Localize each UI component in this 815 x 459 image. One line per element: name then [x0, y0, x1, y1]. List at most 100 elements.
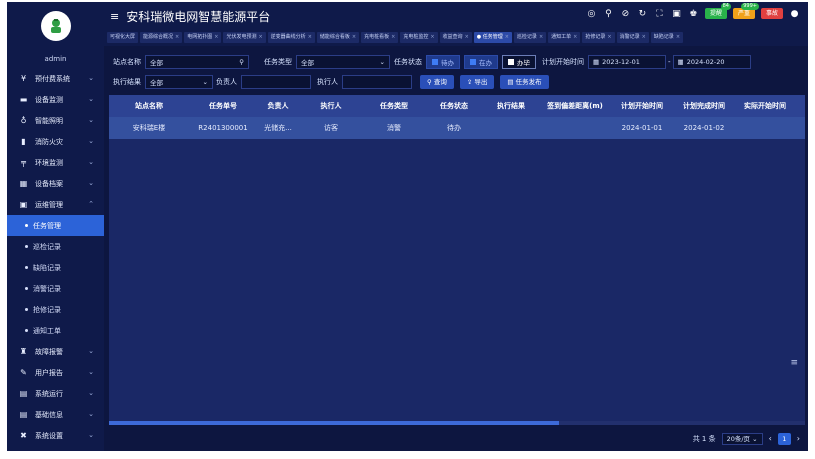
sidebar-subitem[interactable]: 通知工单 — [7, 320, 104, 341]
sidebar-item-archive[interactable]: ▦ 设备档案 ⌄ — [7, 173, 104, 194]
page-size-select[interactable]: 20条/页 ⌄ — [721, 432, 763, 445]
sidebar-item-monitor[interactable]: ▬ 设备监测 ⌄ — [7, 89, 104, 110]
tab[interactable]: 储能综合看板 × — [316, 32, 360, 43]
publish-task-button[interactable]: ▤ 任务发布 — [500, 74, 549, 89]
date-to-input[interactable]: ▦ 2024-02-20 — [672, 54, 751, 69]
alarm-badge[interactable]: 严重 999+ — [732, 3, 759, 19]
tab[interactable]: 收益查询 × — [439, 32, 472, 43]
chevron-down-icon: ⌄ — [379, 57, 385, 66]
sidebar-subitem[interactable]: 缺陷记录 — [7, 257, 104, 278]
tab[interactable]: 充电桩看板 × — [361, 32, 399, 43]
close-icon[interactable]: × — [258, 34, 262, 40]
tab[interactable]: ● 任务管理 × — [473, 32, 512, 43]
column-header[interactable]: 任务单号 — [189, 101, 257, 111]
status-in-progress-checkbox[interactable]: 在办 — [464, 54, 498, 69]
column-header[interactable]: 实际开始时间 — [735, 101, 795, 111]
next-page-icon[interactable]: › — [797, 434, 800, 443]
column-header[interactable]: 任务类型 — [363, 101, 425, 111]
sidebar-item-bulb[interactable]: ♁ 智能照明 ⌄ — [7, 110, 104, 131]
close-icon[interactable]: × — [352, 34, 356, 40]
close-icon[interactable]: × — [214, 34, 218, 40]
sidebar-subitem[interactable]: 巡检记录 — [7, 236, 104, 257]
column-header[interactable]: 负责人 — [257, 101, 299, 111]
tab[interactable]: 充电桩监控 × — [400, 32, 438, 43]
column-header[interactable]: 计划完成时间 — [673, 101, 735, 111]
close-icon[interactable]: × — [308, 34, 312, 40]
column-header[interactable]: 任务状态 — [425, 101, 483, 111]
close-icon[interactable]: × — [539, 34, 543, 40]
table-row[interactable]: 安科瑞E楼 R2401300001 光储充... 访客 消警 待办 2024-01-01 20… — [109, 117, 805, 139]
scrollbar-thumb[interactable] — [109, 421, 559, 425]
sidebar-item-alarm[interactable]: ♜ 故障报警 ⌄ — [7, 341, 104, 362]
table-cell: 2024-01-01 — [621, 124, 663, 132]
menu-toggle-icon[interactable]: ≡ — [110, 10, 119, 23]
sidebar-item-info[interactable]: ▤ 基础信息 ⌄ — [7, 404, 104, 425]
close-icon[interactable]: × — [607, 34, 611, 40]
close-icon[interactable]: × — [391, 34, 395, 40]
tab[interactable]: 逆变器曲线分析 × — [267, 32, 315, 43]
mute-icon[interactable]: ⊘ — [620, 8, 631, 19]
query-button[interactable]: ⚲ 查询 — [420, 74, 454, 89]
tab[interactable]: 巡检记录 × — [513, 32, 547, 43]
page-number-current[interactable]: 1 — [777, 432, 791, 445]
owner-input[interactable] — [241, 74, 311, 89]
close-icon[interactable]: × — [642, 34, 646, 40]
tab[interactable]: 通知工单 × — [548, 32, 581, 43]
status-pending-checkbox[interactable]: 待办 — [426, 54, 460, 69]
tab[interactable]: 消警记录 × — [616, 32, 649, 43]
close-icon[interactable]: × — [465, 34, 469, 40]
tab[interactable]: 光伏发电预测 × — [223, 32, 266, 43]
result-select[interactable]: 全部 ⌄ — [145, 74, 213, 89]
alarm-badge[interactable]: 提醒 84 — [704, 3, 731, 19]
tab[interactable]: 电网拓扑图 × — [184, 32, 222, 43]
close-icon[interactable]: × — [573, 34, 577, 40]
task-type-select[interactable]: 全部 ⌄ — [296, 54, 390, 69]
close-icon[interactable]: × — [430, 34, 434, 40]
close-icon[interactable]: × — [505, 34, 509, 40]
close-icon[interactable]: × — [175, 34, 179, 40]
user-icon[interactable]: ● — [789, 8, 800, 19]
column-settings-icon[interactable]: ≡ — [790, 358, 798, 368]
horizontal-scrollbar[interactable] — [109, 421, 805, 425]
tab[interactable]: 可视化大屏 — [107, 32, 139, 43]
tab[interactable]: 能源综合概况 × — [140, 32, 183, 43]
station-select[interactable]: 全部 ⚲ — [145, 54, 249, 69]
table-cell: R2401300001 — [198, 124, 248, 132]
close-icon[interactable]: × — [676, 34, 680, 40]
sidebar-subitem[interactable]: 消警记录 — [7, 278, 104, 299]
status-pending-label: 待办 — [441, 58, 454, 67]
prev-page-icon[interactable]: ‹ — [769, 434, 772, 443]
sidebar-item-report[interactable]: ✎ 用户报告 ⌄ — [7, 362, 104, 383]
column-header[interactable]: 签到偏差距离(m) — [539, 101, 611, 111]
monitor-icon: ▬ — [19, 95, 28, 104]
column-header[interactable]: 计划开始时间 — [611, 101, 673, 111]
sidebar-item-yuan[interactable]: ¥ 预付费系统 ⌄ — [7, 68, 104, 89]
column-header[interactable]: 执行结果 — [483, 101, 539, 111]
fullscreen-icon[interactable]: ⛶ — [654, 8, 665, 19]
status-done-checkbox[interactable]: 办毕 — [502, 54, 536, 69]
sidebar-item-system-run[interactable]: ▤ 系统运行 ⌄ — [7, 383, 104, 404]
search-icon[interactable]: ⚲ — [603, 8, 614, 19]
system-run-icon: ▤ — [19, 389, 28, 398]
tab[interactable]: 缺陷记录 × — [650, 32, 684, 43]
screen-icon[interactable]: ▣ — [671, 8, 682, 19]
column-header[interactable]: 执行人 — [299, 101, 363, 111]
date-from-input[interactable]: ▦ 2023-12-01 — [588, 54, 666, 69]
export-button[interactable]: ⇪ 导出 — [459, 74, 495, 89]
help-icon[interactable]: ◎ — [586, 8, 597, 19]
alarm-badge[interactable]: 事故 — [760, 8, 783, 19]
refresh-icon[interactable]: ↻ — [637, 8, 648, 19]
sidebar-item-settings[interactable]: ✖ 系统设置 ⌄ — [7, 425, 104, 446]
tab[interactable]: 抢修记录 × — [582, 32, 615, 43]
tab-label: 通知工单 — [551, 34, 572, 40]
column-header[interactable]: 站点名称 — [109, 101, 189, 111]
chevron-down-icon: ⌄ — [88, 410, 94, 418]
executor-input[interactable] — [342, 74, 412, 89]
sidebar-item-environment[interactable]: ╤ 环境监测 ⌄ — [7, 152, 104, 173]
sidebar-item-extinguisher[interactable]: ▮ 消防火灾 ⌄ — [7, 131, 104, 152]
shirt-icon[interactable]: ♚ — [688, 8, 699, 19]
sidebar-item-maintenance[interactable]: ▣ 运维管理 ⌃ — [7, 194, 104, 215]
sidebar-subitem[interactable]: 任务管理 — [7, 215, 104, 236]
sidebar-subitem[interactable]: 抢修记录 — [7, 299, 104, 320]
report-icon: ✎ — [20, 368, 27, 377]
